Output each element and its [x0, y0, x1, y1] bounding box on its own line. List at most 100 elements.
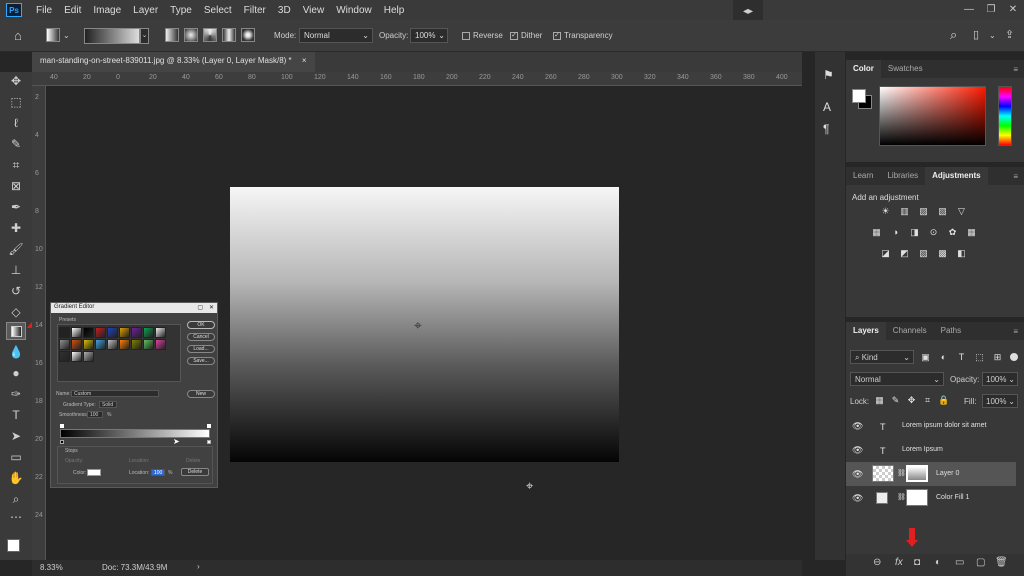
- quick-selection-tool-icon[interactable]: ✎: [6, 135, 26, 153]
- exposure-icon[interactable]: ▧: [937, 206, 948, 217]
- new-layer-icon[interactable]: ▢: [976, 557, 985, 568]
- opacity-stop-left[interactable]: [60, 424, 64, 428]
- gradient-preset-swatch[interactable]: [59, 351, 70, 362]
- cancel-button[interactable]: Cancel: [187, 333, 215, 341]
- hand-tool-icon[interactable]: ✋: [6, 469, 26, 487]
- gradient-preset-swatch[interactable]: [119, 327, 130, 338]
- opacity-field[interactable]: 100% ⌄: [410, 28, 448, 43]
- gradient-tool-icon[interactable]: [6, 322, 26, 340]
- minimize-button[interactable]: —: [958, 0, 980, 20]
- type-tool-icon[interactable]: T: [6, 406, 26, 424]
- layer-mask-thumbnail[interactable]: [906, 465, 928, 482]
- lock-artboard-icon[interactable]: ⌗: [922, 395, 933, 406]
- gradient-preview[interactable]: [84, 28, 140, 44]
- color-picker-field[interactable]: [879, 86, 986, 146]
- link-icon[interactable]: ⛓: [897, 493, 906, 501]
- gradient-map-icon[interactable]: ◧: [956, 248, 967, 259]
- chevron-right-icon[interactable]: ›: [197, 562, 200, 571]
- radial-gradient-button[interactable]: [184, 28, 198, 42]
- lock-image-icon[interactable]: ✎: [890, 395, 901, 406]
- close-icon[interactable]: ✕: [209, 304, 214, 311]
- new-group-icon[interactable]: ▭: [955, 557, 964, 568]
- gradient-preset-swatch[interactable]: [131, 339, 142, 350]
- hue-slider[interactable]: [998, 86, 1012, 146]
- gradient-preset-swatch[interactable]: [107, 327, 118, 338]
- history-panel-icon[interactable]: ⚑: [823, 68, 834, 82]
- lasso-tool-icon[interactable]: ℓ: [6, 114, 26, 132]
- menu-file[interactable]: File: [30, 5, 58, 16]
- ok-button[interactable]: OK: [187, 321, 215, 329]
- menu-edit[interactable]: Edit: [58, 5, 87, 16]
- gradient-preset-swatch[interactable]: [83, 339, 94, 350]
- channel-mixer-icon[interactable]: ✿: [947, 227, 958, 238]
- foreground-color-swatch[interactable]: [852, 89, 866, 103]
- close-button[interactable]: ✕: [1002, 0, 1024, 20]
- angle-gradient-button[interactable]: [203, 28, 217, 42]
- gradient-type-select[interactable]: Solid: [99, 401, 117, 408]
- home-icon[interactable]: ⌂: [14, 28, 22, 43]
- visibility-eye-icon[interactable]: 👁: [852, 445, 863, 456]
- gradient-preset-swatch[interactable]: [71, 351, 82, 362]
- gradient-preset-swatch[interactable]: [131, 327, 142, 338]
- tab-paths[interactable]: Paths: [934, 322, 968, 340]
- path-selection-tool-icon[interactable]: ➤: [6, 427, 26, 445]
- move-tool-icon[interactable]: ✥: [6, 72, 26, 90]
- opacity-stop-right[interactable]: [207, 424, 211, 428]
- gradient-preset-swatch[interactable]: [95, 327, 106, 338]
- color-lookup-icon[interactable]: ▦: [966, 227, 977, 238]
- delete-stop-button[interactable]: Delete: [181, 468, 209, 476]
- color-stop-right[interactable]: [207, 440, 211, 444]
- tool-preset-icon[interactable]: [46, 28, 60, 42]
- document-canvas[interactable]: ⌖: [230, 187, 619, 462]
- color-balance-icon[interactable]: ◑: [890, 227, 901, 238]
- filter-adjustment-icon[interactable]: ◐: [938, 352, 949, 363]
- linear-gradient-button[interactable]: [165, 28, 179, 42]
- visibility-eye-icon[interactable]: 👁: [852, 421, 863, 432]
- gradient-preset-swatch[interactable]: [71, 327, 82, 338]
- layer-row[interactable]: 👁 T Lorem Ipsum: [846, 438, 1016, 462]
- close-tab-icon[interactable]: ×: [302, 56, 307, 65]
- filter-shape-icon[interactable]: ⬚: [974, 352, 985, 363]
- layer-row[interactable]: 👁 ⛓ Color Fill 1: [846, 486, 1016, 510]
- vibrance-icon[interactable]: ▽: [956, 206, 967, 217]
- levels-icon[interactable]: ▥: [899, 206, 910, 217]
- eyedropper-tool-icon[interactable]: ✒: [6, 198, 26, 216]
- tab-color[interactable]: Color: [846, 60, 881, 78]
- gradient-preset-swatch[interactable]: [155, 339, 166, 350]
- paragraph-panel-icon[interactable]: ¶: [823, 122, 829, 136]
- color-location-input[interactable]: 100: [151, 469, 165, 476]
- marquee-tool-icon[interactable]: ⬚: [6, 93, 26, 111]
- name-input[interactable]: Custom: [71, 390, 159, 397]
- menu-image[interactable]: Image: [87, 5, 127, 16]
- gradient-preset-swatch[interactable]: [71, 339, 82, 350]
- frame-tool-icon[interactable]: ⊠: [6, 177, 26, 195]
- fill-field[interactable]: 100% ⌄: [982, 394, 1018, 408]
- search-icon[interactable]: ⌕: [950, 27, 957, 43]
- layer-thumbnail[interactable]: [872, 465, 894, 482]
- tab-channels[interactable]: Channels: [886, 322, 934, 340]
- panel-menu-icon[interactable]: ≡: [1013, 172, 1018, 181]
- filter-pixel-icon[interactable]: ▣: [920, 352, 931, 363]
- transparency-checkbox[interactable]: ✓ Transparency: [553, 31, 613, 40]
- curves-icon[interactable]: ▨: [918, 206, 929, 217]
- layer-row[interactable]: 👁 T Lorem ipsum dolor sit amet: [846, 414, 1016, 438]
- layer-row-selected[interactable]: 👁 ⛓ Layer 0: [846, 462, 1016, 486]
- chevron-down-icon[interactable]: ⌄: [63, 31, 70, 40]
- foreground-color-swatch[interactable]: [7, 539, 20, 552]
- reverse-checkbox[interactable]: Reverse: [462, 31, 503, 40]
- character-panel-icon[interactable]: A: [823, 100, 831, 114]
- tab-adjustments[interactable]: Adjustments: [925, 167, 988, 185]
- gradient-preset-swatch[interactable]: [119, 339, 130, 350]
- rectangle-tool-icon[interactable]: ▭: [6, 448, 26, 466]
- history-brush-tool-icon[interactable]: ↺: [6, 282, 26, 300]
- tab-swatches[interactable]: Swatches: [881, 60, 930, 78]
- visibility-eye-icon[interactable]: 👁: [852, 469, 863, 480]
- filter-toggle-icon[interactable]: [1010, 353, 1018, 361]
- hue-saturation-icon[interactable]: ▦: [871, 227, 882, 238]
- menu-help[interactable]: Help: [378, 5, 411, 16]
- link-icon[interactable]: ⛓: [897, 469, 906, 477]
- layer-opacity-field[interactable]: 100% ⌄: [982, 372, 1018, 386]
- menu-filter[interactable]: Filter: [238, 5, 272, 16]
- lock-transparent-icon[interactable]: ▦: [874, 395, 885, 406]
- panel-menu-icon[interactable]: ≡: [1013, 65, 1018, 74]
